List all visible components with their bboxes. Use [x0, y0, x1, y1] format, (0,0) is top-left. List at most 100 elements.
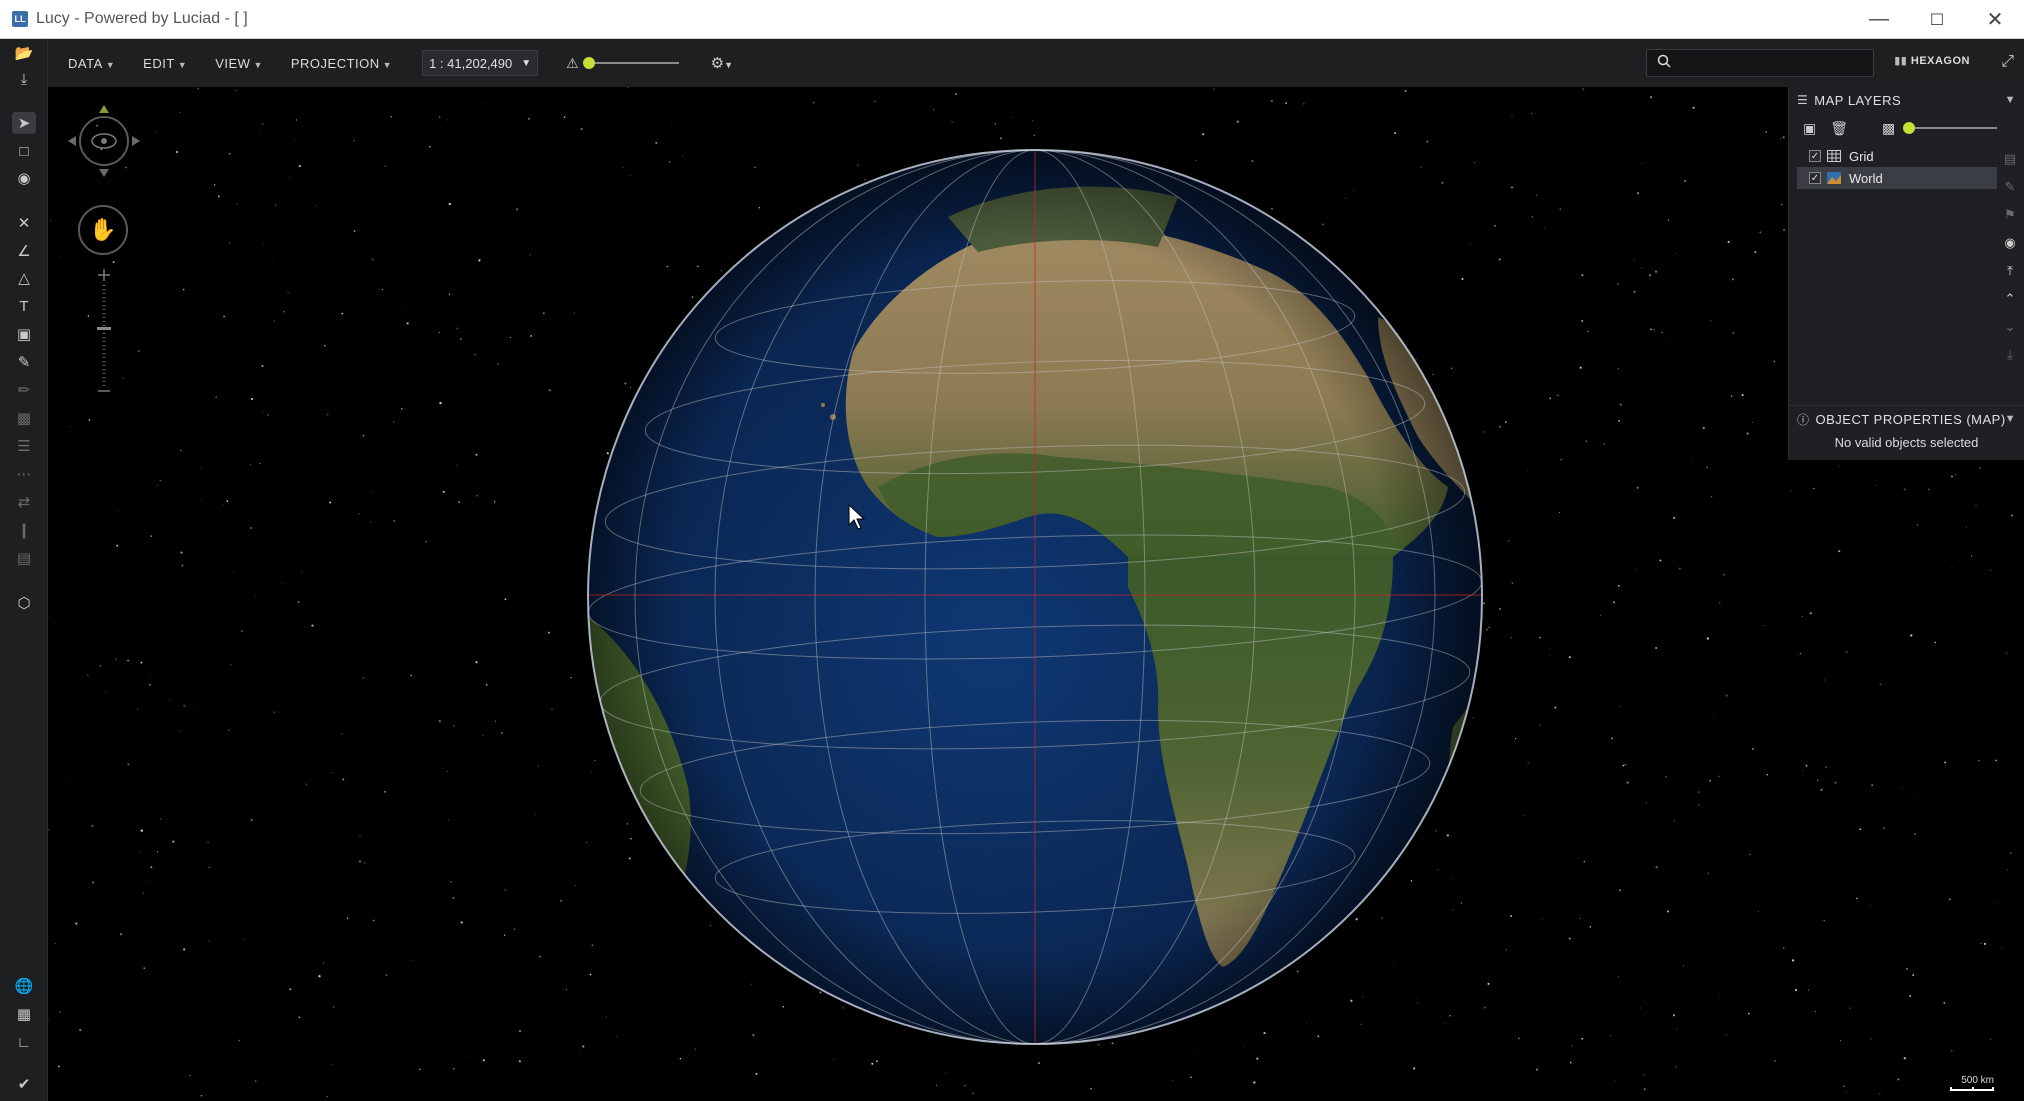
- search-field[interactable]: [1646, 49, 1874, 77]
- menu-edit-label: EDIT: [143, 55, 175, 71]
- visual-slider[interactable]: [582, 57, 679, 69]
- scale-bar-line: [1950, 1087, 1994, 1091]
- text-tool-icon[interactable]: T: [12, 295, 36, 317]
- dash-style-icon[interactable]: ⋯: [12, 463, 36, 485]
- navigation-compass[interactable]: [64, 101, 144, 181]
- map-layers-header[interactable]: ☰ MAP LAYERS ▼: [1789, 87, 2024, 113]
- arrow-down-icon[interactable]: [99, 169, 109, 177]
- edit-layer-icon[interactable]: ✎: [1996, 173, 2024, 201]
- window-titlebar: LL Lucy - Powered by Luciad - [ ] — ☐ ✕: [0, 0, 2024, 39]
- visual-effects-icon: ⚠: [566, 54, 579, 71]
- close-x-icon[interactable]: ✕: [12, 212, 36, 234]
- chevron-down-icon: ▼: [177, 59, 188, 70]
- hexagon-logo: ▮▮ HEXAGON: [1894, 55, 1970, 67]
- scale-dropdown[interactable]: 1 : 41,202,490 ▼: [422, 50, 539, 76]
- arrow-style-icon[interactable]: ⇄: [12, 491, 36, 513]
- arrow-left-icon[interactable]: [68, 136, 76, 146]
- layer-checkbox-world[interactable]: ✓: [1809, 172, 1821, 184]
- zoom-slider[interactable]: [92, 267, 116, 397]
- menu-projection-label: PROJECTION: [290, 55, 380, 71]
- search-input[interactable]: [1679, 55, 1869, 71]
- style-icon[interactable]: ▩: [12, 407, 36, 429]
- layer-opacity-knob[interactable]: [1903, 122, 1916, 134]
- menu-data[interactable]: DATA ▼: [68, 56, 115, 71]
- window-title: Lucy - Powered by Luciad - [ ]: [36, 10, 248, 27]
- geometry-icon[interactable]: ⬡: [12, 592, 36, 614]
- map-viewport[interactable]: ✋ 500 km: [48, 87, 2024, 1101]
- search-icon: [1657, 54, 1671, 72]
- layer-list: ✓ Grid ✓ World: [1797, 145, 1997, 189]
- scale-value: 1 : 41,202,490: [429, 55, 513, 71]
- chevron-down-icon[interactable]: ▼: [2005, 413, 2016, 425]
- map-layers-title: MAP LAYERS: [1814, 92, 1902, 108]
- label-icon[interactable]: ⚑: [1996, 201, 2024, 229]
- chevron-down-icon: ▼: [382, 59, 393, 70]
- check-status-icon[interactable]: ✔: [12, 1073, 36, 1095]
- arrow-right-icon[interactable]: [132, 136, 140, 146]
- paint-icon[interactable]: ▤: [12, 547, 36, 569]
- layers-toolbar: ▣ 🗑 ▩: [1789, 113, 2024, 143]
- move-to-top-icon[interactable]: ⤒: [1996, 257, 2024, 285]
- object-properties-header[interactable]: ⓘ OBJECT PROPERTIES (MAP) ▼: [1789, 406, 2024, 432]
- menu-projection[interactable]: PROJECTION ▼: [291, 56, 392, 71]
- fullscreen-button[interactable]: ⤢: [2001, 53, 2014, 71]
- pencil-icon[interactable]: ✏: [12, 379, 36, 401]
- globe-layers-icon[interactable]: 🌐: [12, 975, 36, 997]
- chevron-down-icon[interactable]: ▼: [2005, 94, 2016, 106]
- layer-checkbox-grid[interactable]: ✓: [1809, 150, 1821, 162]
- select-arrow-icon[interactable]: ➤: [12, 112, 36, 134]
- chart-icon[interactable]: ∟: [12, 1031, 36, 1053]
- line-style-icon[interactable]: ☰: [12, 435, 36, 457]
- pen-icon[interactable]: ✎: [12, 351, 36, 373]
- move-to-bottom-icon[interactable]: ⤓: [1996, 341, 2024, 369]
- hand-icon: ✋: [89, 217, 117, 242]
- menu-view[interactable]: VIEW ▼: [215, 56, 263, 71]
- maximize-button[interactable]: ☐: [1908, 0, 1966, 39]
- shapes-icon[interactable]: ▣: [12, 323, 36, 345]
- mouse-cursor-icon: [848, 504, 866, 530]
- bookmark-icon[interactable]: □: [12, 140, 36, 162]
- menu-edit[interactable]: EDIT ▼: [143, 56, 187, 71]
- raster-layer-icon: [1827, 172, 1841, 184]
- maximize-icon: ☐: [1929, 11, 1945, 29]
- minimize-icon: —: [1869, 8, 1889, 30]
- delete-layer-icon[interactable]: 🗑: [1830, 120, 1848, 137]
- table-icon[interactable]: ▦: [12, 1003, 36, 1025]
- polygon-icon[interactable]: △: [12, 267, 36, 289]
- open-folder-icon[interactable]: 📂: [12, 42, 36, 64]
- minimize-button[interactable]: —: [1850, 0, 1908, 39]
- zoom-slider-knob[interactable]: [97, 327, 111, 330]
- move-up-icon[interactable]: ⌃: [1996, 285, 2024, 313]
- layer-opacity-slider[interactable]: [1903, 122, 1998, 134]
- chevron-down-icon: ▼: [253, 59, 263, 70]
- brand-text: HEXAGON: [1910, 55, 1970, 67]
- layer-stack-icon[interactable]: ◉: [1996, 229, 2024, 257]
- earth-sphere: [587, 149, 1483, 1045]
- arrow-up-icon[interactable]: [99, 105, 109, 113]
- fit-to-layer-icon[interactable]: ▣: [1803, 120, 1816, 137]
- pin-icon[interactable]: ❙: [12, 519, 36, 541]
- menu-data-label: DATA: [68, 55, 103, 71]
- layer-row-world[interactable]: ✓ World: [1797, 167, 1997, 189]
- fullscreen-icon: ⤢: [2001, 53, 2014, 70]
- pan-hand-button[interactable]: ✋: [78, 205, 128, 255]
- visual-slider-knob[interactable]: [582, 57, 595, 69]
- no-selection-message: No valid objects selected: [1834, 435, 1979, 450]
- menu-bar: DATA ▼ EDIT ▼ VIEW ▼ PROJECTION ▼ 1 : 41,202…: [48, 39, 2024, 87]
- move-down-icon[interactable]: ⌄: [1996, 313, 2024, 341]
- lighting-settings-button[interactable]: ⚙▼: [711, 54, 733, 72]
- chevron-down-icon: ▼: [724, 60, 734, 70]
- layer-name: World: [1849, 170, 1883, 186]
- layers-icon: ☰: [1797, 93, 1809, 107]
- object-properties-title: OBJECT PROPERTIES (MAP): [1815, 411, 2006, 427]
- close-icon: ✕: [1986, 9, 2004, 31]
- layer-side-toolbar: ▤ ✎ ⚑ ◉ ⤒ ⌃ ⌄ ⤓: [1996, 145, 2024, 369]
- layer-name: Grid: [1849, 148, 1874, 164]
- visibility-eye-icon[interactable]: ◉: [12, 167, 36, 189]
- globe[interactable]: [48, 87, 2024, 1101]
- close-button[interactable]: ✕: [1966, 0, 2024, 39]
- layer-row-grid[interactable]: ✓ Grid: [1797, 145, 1997, 167]
- polyline-icon[interactable]: ∠: [12, 240, 36, 262]
- layer-properties-icon[interactable]: ▤: [1996, 145, 2024, 173]
- download-icon[interactable]: ⤓: [12, 68, 36, 90]
